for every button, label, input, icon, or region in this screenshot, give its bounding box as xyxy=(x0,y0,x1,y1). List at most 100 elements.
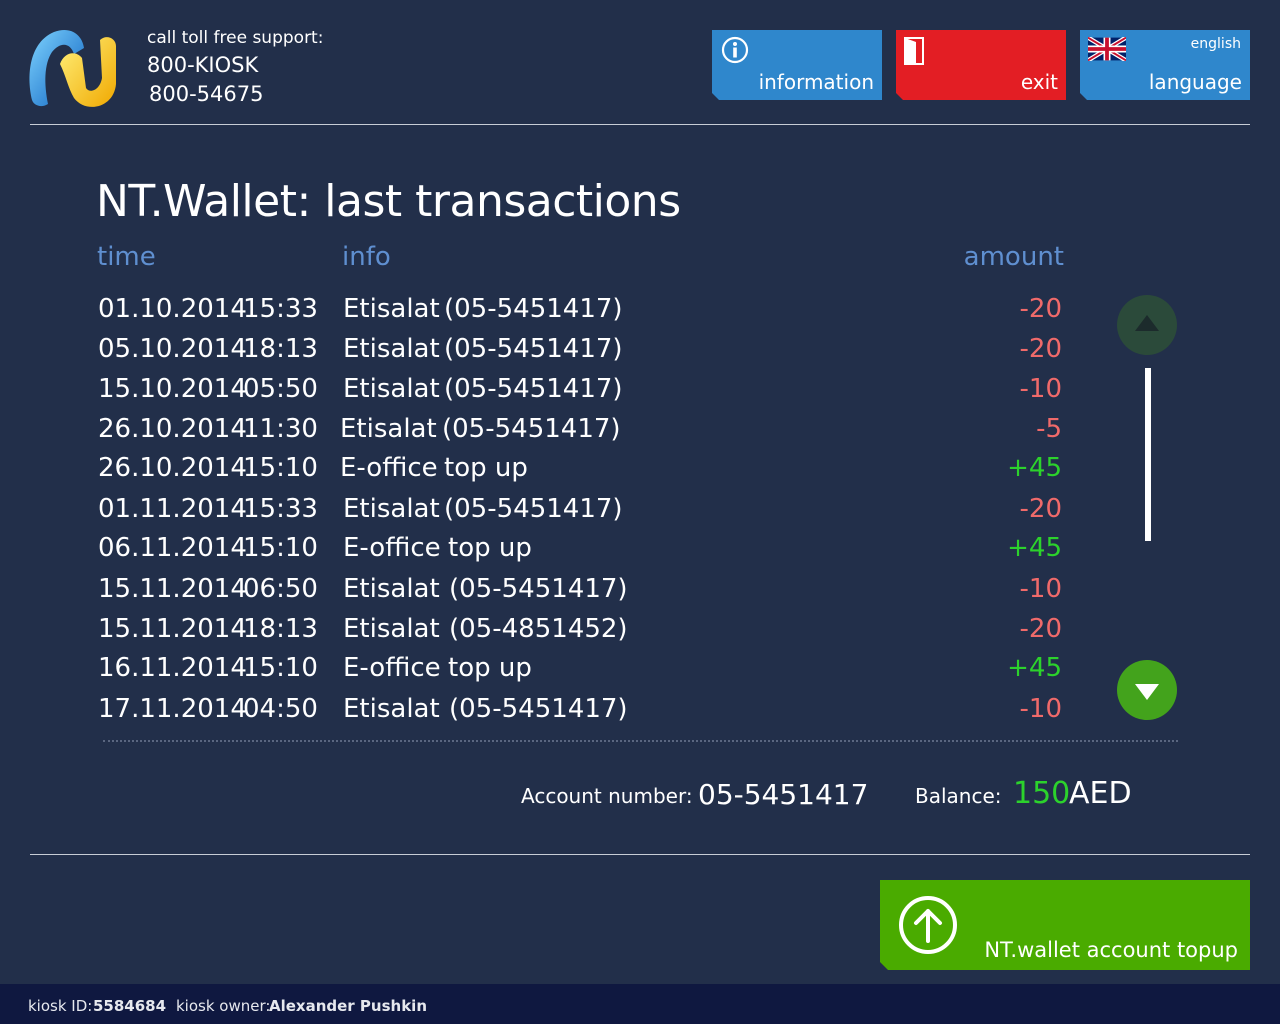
row-detail: (05-5451417) xyxy=(444,374,623,404)
scroll-down-button[interactable] xyxy=(1117,660,1177,720)
row-time: 05:50 xyxy=(243,374,318,404)
column-header-amount: amount xyxy=(963,242,1064,272)
information-button[interactable]: information xyxy=(712,30,882,100)
row-time: 15:33 xyxy=(243,494,318,524)
transaction-row: 06.11.2014 15:10 E-office top up +45 xyxy=(0,533,1280,573)
support-title: call toll free support: xyxy=(147,28,324,48)
transaction-row: 15.11.2014 18:13 Etisalat (05-4851452) -… xyxy=(0,614,1280,654)
scroll-up-button[interactable] xyxy=(1117,295,1177,355)
row-detail: (05-5451417) xyxy=(444,334,623,364)
row-detail: (05-5451417) xyxy=(449,694,628,724)
row-time: 18:13 xyxy=(243,614,318,644)
row-amount: -20 xyxy=(1019,294,1062,324)
transaction-row: 01.11.2014 15:33 Etisalat (05-5451417) -… xyxy=(0,494,1280,534)
account-number-value: 05-5451417 xyxy=(698,778,869,811)
row-detail: (05-4851452) xyxy=(449,614,628,644)
row-date: 15.11.2014 xyxy=(98,574,247,604)
row-date: 01.10.2014 xyxy=(98,294,247,324)
exit-button[interactable]: exit xyxy=(896,30,1066,100)
circle-arrow-up-icon xyxy=(899,896,957,954)
wallet-topup-button[interactable]: NT.wallet account topup xyxy=(880,880,1250,970)
row-amount: -10 xyxy=(1019,574,1062,604)
footer-divider xyxy=(30,854,1250,855)
row-time: 04:50 xyxy=(243,694,318,724)
kiosk-logo xyxy=(29,29,116,107)
transaction-row: 15.10.2014 05:50 Etisalat (05-5451417) -… xyxy=(0,374,1280,414)
transaction-row: 15.11.2014 06:50 Etisalat (05-5451417) -… xyxy=(0,574,1280,614)
uk-flag-icon xyxy=(1088,37,1126,61)
scrollbar-thumb[interactable] xyxy=(1145,368,1151,541)
transaction-row: 16.11.2014 15:10 E-office top up +45 xyxy=(0,653,1280,693)
row-amount: -5 xyxy=(1036,414,1062,444)
row-operator: Etisalat xyxy=(343,574,440,604)
row-date: 26.10.2014 xyxy=(98,414,247,444)
account-number-label: Account number: xyxy=(521,784,693,808)
page-title: NT.Wallet: last transactions xyxy=(96,176,681,227)
row-detail: (05-5451417) xyxy=(444,294,623,324)
row-amount: -20 xyxy=(1019,334,1062,364)
row-time: 18:13 xyxy=(243,334,318,364)
row-time: 15:10 xyxy=(243,453,318,483)
arrow-up-icon xyxy=(1135,315,1159,331)
footer-bar: kiosk ID: 5584684 kiosk owner: Alexander… xyxy=(0,984,1280,1024)
row-operator: Etisalat xyxy=(343,374,440,404)
row-amount: +45 xyxy=(1007,533,1062,563)
current-language: english xyxy=(1190,36,1241,52)
balance-label: Balance: xyxy=(915,784,1002,808)
balance-value: 150 xyxy=(1013,776,1071,811)
row-date: 16.11.2014 xyxy=(98,653,247,683)
row-amount: -10 xyxy=(1019,374,1062,404)
transaction-row: 05.10.2014 18:13 Etisalat (05-5451417) -… xyxy=(0,334,1280,374)
kiosk-owner-value: Alexander Pushkin xyxy=(269,997,428,1015)
row-date: 01.11.2014 xyxy=(98,494,247,524)
balance-currency: AED xyxy=(1069,776,1132,811)
row-date: 17.11.2014 xyxy=(98,694,247,724)
row-date: 05.10.2014 xyxy=(98,334,247,364)
exit-button-label: exit xyxy=(1020,70,1058,94)
kiosk-id-label: kiosk ID: xyxy=(28,997,93,1015)
kiosk-id-value: 5584684 xyxy=(93,997,167,1015)
door-icon xyxy=(904,37,924,65)
header-divider xyxy=(30,124,1250,125)
row-operator: Etisalat xyxy=(343,334,440,364)
row-amount: -10 xyxy=(1019,694,1062,724)
row-time: 15:10 xyxy=(243,533,318,563)
row-time: 06:50 xyxy=(243,574,318,604)
support-phone-digits: 800-54675 xyxy=(149,82,264,106)
row-operator: E-office xyxy=(343,533,441,563)
row-date: 06.11.2014 xyxy=(98,533,247,563)
row-operator: Etisalat xyxy=(343,694,440,724)
arrow-down-icon xyxy=(1135,684,1159,700)
row-time: 11:30 xyxy=(243,414,318,444)
row-time: 15:33 xyxy=(243,294,318,324)
language-button[interactable]: english language xyxy=(1080,30,1250,100)
info-icon xyxy=(721,36,749,64)
wallet-topup-label: NT.wallet account topup xyxy=(984,938,1238,962)
row-amount: -20 xyxy=(1019,614,1062,644)
row-operator: Etisalat xyxy=(343,494,440,524)
row-operator: Etisalat xyxy=(343,614,440,644)
row-amount: +45 xyxy=(1007,453,1062,483)
column-header-time: time xyxy=(97,242,156,272)
transaction-row: 17.11.2014 04:50 Etisalat (05-5451417) -… xyxy=(0,694,1280,734)
row-date: 15.11.2014 xyxy=(98,614,247,644)
row-detail: top up xyxy=(448,533,532,563)
row-operator: E-office xyxy=(343,653,441,683)
transaction-row: 26.10.2014 15:10 E-office top up +45 xyxy=(0,453,1280,493)
row-date: 26.10.2014 xyxy=(98,453,247,483)
kiosk-owner-label: kiosk owner: xyxy=(176,997,271,1015)
row-detail: top up xyxy=(448,653,532,683)
transaction-row: 01.10.2014 15:33 Etisalat (05-5451417) -… xyxy=(0,294,1280,334)
language-button-label: language xyxy=(1148,70,1242,94)
row-amount: +45 xyxy=(1007,653,1062,683)
row-date: 15.10.2014 xyxy=(98,374,247,404)
row-operator: Etisalat xyxy=(343,294,440,324)
column-header-info: info xyxy=(342,242,391,272)
table-bottom-divider xyxy=(103,740,1178,742)
row-detail: (05-5451417) xyxy=(444,494,623,524)
information-button-label: information xyxy=(758,70,874,94)
row-time: 15:10 xyxy=(243,653,318,683)
row-detail: top up xyxy=(444,453,528,483)
support-phone-letters: 800-KIOSK xyxy=(147,53,259,77)
transaction-row: 26.10.2014 11:30 Etisalat (05-5451417) -… xyxy=(0,414,1280,454)
